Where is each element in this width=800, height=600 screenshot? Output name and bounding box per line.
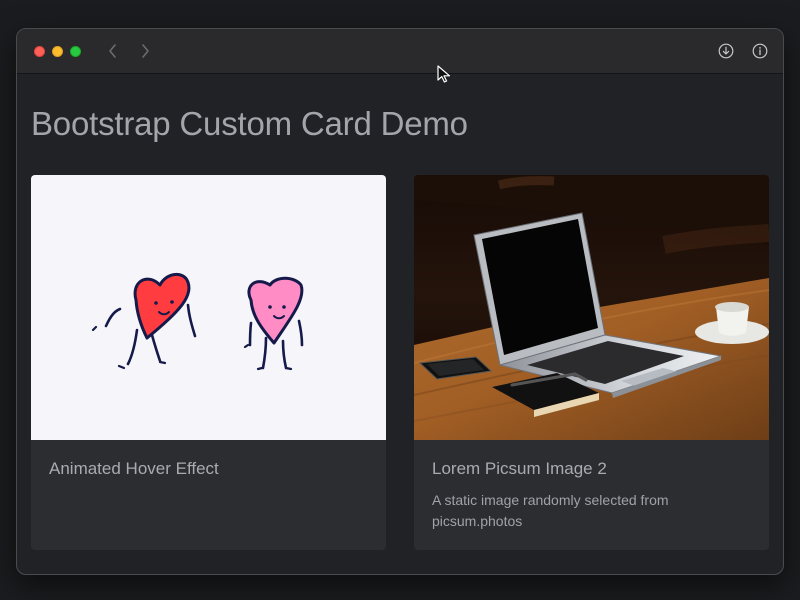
minimize-window-button[interactable] xyxy=(52,46,63,57)
info-icon xyxy=(752,43,768,59)
download-icon xyxy=(718,43,734,59)
card-text: A static image randomly selected from pi… xyxy=(432,492,669,529)
page-title: Bootstrap Custom Card Demo xyxy=(31,105,468,142)
title-bar xyxy=(17,29,783,74)
laptop-on-table-image xyxy=(414,175,769,440)
card-animated-hover[interactable]: Animated Hover Effect xyxy=(31,175,386,550)
window-controls xyxy=(34,46,81,57)
chevron-right-icon xyxy=(142,44,149,58)
card-grid: Animated Hover Effect Lorem Picsum Image… xyxy=(31,175,769,550)
forward-button[interactable] xyxy=(137,42,153,60)
card-title: Lorem Picsum Image 2 xyxy=(432,459,607,478)
chevron-left-icon xyxy=(109,44,116,58)
page-content: Bootstrap Custom Card Demo xyxy=(17,74,783,142)
card-body: Lorem Picsum Image 2 A static image rand… xyxy=(414,440,769,532)
navigation-controls xyxy=(105,42,153,60)
card-title: Animated Hover Effect xyxy=(49,459,219,478)
card-body: Animated Hover Effect xyxy=(31,440,386,480)
card-lorem-picsum[interactable]: Lorem Picsum Image 2 A static image rand… xyxy=(414,175,769,550)
info-button[interactable] xyxy=(751,42,769,60)
maximize-window-button[interactable] xyxy=(70,46,81,57)
dancing-hearts-image xyxy=(31,175,386,440)
browser-window: Bootstrap Custom Card Demo Animated Hove… xyxy=(16,28,784,575)
close-window-button[interactable] xyxy=(34,46,45,57)
download-button[interactable] xyxy=(717,42,735,60)
back-button[interactable] xyxy=(105,42,121,60)
toolbar-actions xyxy=(717,42,769,60)
mouse-pointer-icon xyxy=(437,65,451,83)
